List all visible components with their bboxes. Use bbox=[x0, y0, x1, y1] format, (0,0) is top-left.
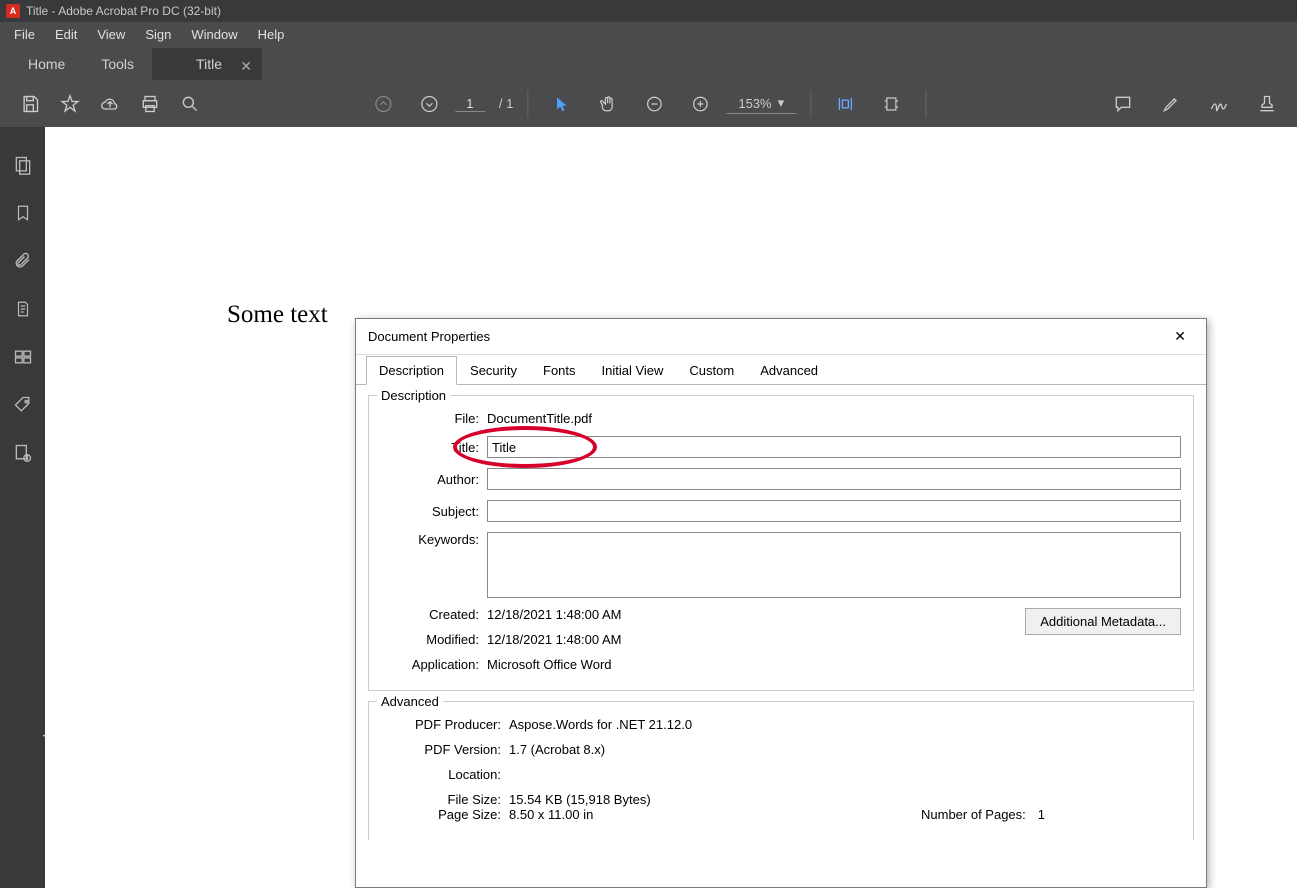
additional-metadata-button[interactable]: Additional Metadata... bbox=[1025, 608, 1181, 635]
numpages-value: 1 bbox=[1038, 807, 1045, 822]
dialog-tabs: Description Security Fonts Initial View … bbox=[356, 355, 1206, 385]
producer-label: PDF Producer: bbox=[381, 717, 509, 732]
author-label: Author: bbox=[381, 472, 487, 487]
articles-icon[interactable] bbox=[11, 345, 35, 369]
description-legend: Description bbox=[377, 388, 450, 403]
author-input[interactable] bbox=[487, 468, 1181, 490]
tab-document[interactable]: Title ✕ bbox=[152, 48, 262, 80]
filesize-label: File Size: bbox=[381, 792, 509, 807]
document-properties-dialog: Document Properties ✕ Description Securi… bbox=[355, 318, 1207, 888]
dialog-title-text: Document Properties bbox=[368, 329, 490, 344]
keywords-label: Keywords: bbox=[381, 532, 487, 547]
menu-edit[interactable]: Edit bbox=[45, 25, 87, 44]
location-label: Location: bbox=[381, 767, 509, 782]
page-display-icon[interactable] bbox=[879, 92, 903, 116]
navigation-pane: i ◂ bbox=[0, 127, 45, 888]
svg-text:i: i bbox=[26, 456, 27, 461]
toolbar-separator bbox=[810, 90, 811, 118]
subject-label: Subject: bbox=[381, 504, 487, 519]
advanced-fieldset: Advanced PDF Producer: Aspose.Words for … bbox=[368, 701, 1194, 840]
title-label: Title: bbox=[381, 440, 487, 455]
title-input[interactable] bbox=[487, 436, 1181, 458]
window-titlebar: A Title - Adobe Acrobat Pro DC (32-bit) bbox=[0, 0, 1297, 22]
page-up-icon[interactable] bbox=[371, 92, 395, 116]
search-icon[interactable] bbox=[178, 92, 202, 116]
application-label: Application: bbox=[381, 657, 487, 672]
file-value: DocumentTitle.pdf bbox=[487, 411, 592, 426]
save-icon[interactable] bbox=[18, 92, 42, 116]
tags-icon[interactable] bbox=[11, 393, 35, 417]
filesize-value: 15.54 KB (15,918 Bytes) bbox=[509, 792, 651, 807]
numpages-label: Number of Pages: bbox=[921, 807, 1038, 822]
bookmark-icon[interactable] bbox=[11, 201, 35, 225]
tab-document-label: Title bbox=[196, 56, 222, 72]
tab-fonts[interactable]: Fonts bbox=[530, 356, 589, 385]
menu-sign[interactable]: Sign bbox=[135, 25, 181, 44]
toolbar-separator bbox=[925, 90, 926, 118]
star-icon[interactable] bbox=[58, 92, 82, 116]
modified-value: 12/18/2021 1:48:00 AM bbox=[487, 632, 621, 647]
tab-initial-view[interactable]: Initial View bbox=[589, 356, 677, 385]
stamp-icon[interactable] bbox=[1255, 92, 1279, 116]
select-tool-icon[interactable] bbox=[550, 92, 574, 116]
thumbnails-icon[interactable] bbox=[11, 153, 35, 177]
zoom-dropdown[interactable]: 153% ▾ bbox=[726, 93, 796, 114]
menu-window[interactable]: Window bbox=[181, 25, 247, 44]
menu-view[interactable]: View bbox=[87, 25, 135, 44]
modified-label: Modified: bbox=[381, 632, 487, 647]
chevron-down-icon: ▾ bbox=[778, 95, 785, 111]
menu-bar: File Edit View Sign Window Help bbox=[0, 22, 1297, 46]
tab-advanced[interactable]: Advanced bbox=[747, 356, 831, 385]
tab-bar: Home Tools Title ✕ bbox=[0, 46, 1297, 80]
page-number-input[interactable] bbox=[455, 96, 485, 112]
cloud-upload-icon[interactable] bbox=[98, 92, 122, 116]
producer-value: Aspose.Words for .NET 21.12.0 bbox=[509, 717, 692, 732]
print-icon[interactable] bbox=[138, 92, 162, 116]
tab-security[interactable]: Security bbox=[457, 356, 530, 385]
page-down-icon[interactable] bbox=[417, 92, 441, 116]
zoom-in-icon[interactable] bbox=[688, 92, 712, 116]
toolbar-separator bbox=[527, 90, 528, 118]
subject-input[interactable] bbox=[487, 500, 1181, 522]
comment-icon[interactable] bbox=[1111, 92, 1135, 116]
main-toolbar: / 1 153% ▾ bbox=[0, 80, 1297, 127]
advanced-legend: Advanced bbox=[377, 694, 443, 709]
tab-tools[interactable]: Tools bbox=[83, 48, 152, 80]
order-icon[interactable]: i bbox=[11, 441, 35, 465]
file-label: File: bbox=[381, 411, 487, 426]
hand-tool-icon[interactable] bbox=[596, 92, 620, 116]
zoom-value: 153% bbox=[738, 96, 771, 111]
version-label: PDF Version: bbox=[381, 742, 509, 757]
version-value: 1.7 (Acrobat 8.x) bbox=[509, 742, 605, 757]
application-value: Microsoft Office Word bbox=[487, 657, 612, 672]
dialog-close-button[interactable]: ✕ bbox=[1166, 324, 1194, 349]
zoom-out-icon[interactable] bbox=[642, 92, 666, 116]
fit-width-icon[interactable] bbox=[833, 92, 857, 116]
tab-description[interactable]: Description bbox=[366, 356, 457, 385]
tab-close-icon[interactable]: ✕ bbox=[240, 58, 252, 75]
dialog-titlebar: Document Properties ✕ bbox=[356, 319, 1206, 355]
pagesize-label: Page Size: bbox=[381, 807, 509, 822]
description-fieldset: Description File: DocumentTitle.pdf Titl… bbox=[368, 395, 1194, 691]
tab-home[interactable]: Home bbox=[10, 48, 83, 80]
window-title: Title - Adobe Acrobat Pro DC (32-bit) bbox=[26, 4, 221, 18]
sign-icon[interactable] bbox=[1207, 92, 1231, 116]
document-body-text: Some text bbox=[227, 301, 328, 329]
menu-help[interactable]: Help bbox=[248, 25, 295, 44]
menu-file[interactable]: File bbox=[4, 25, 45, 44]
acrobat-icon: A bbox=[6, 4, 20, 18]
tab-custom[interactable]: Custom bbox=[676, 356, 747, 385]
created-value: 12/18/2021 1:48:00 AM bbox=[487, 607, 621, 622]
attachment-icon[interactable] bbox=[11, 249, 35, 273]
pagesize-value: 8.50 x 11.00 in bbox=[509, 807, 593, 822]
page-total: / 1 bbox=[499, 96, 513, 111]
page-icon[interactable] bbox=[11, 297, 35, 321]
keywords-input[interactable] bbox=[487, 532, 1181, 598]
highlight-icon[interactable] bbox=[1159, 92, 1183, 116]
created-label: Created: bbox=[381, 607, 487, 622]
